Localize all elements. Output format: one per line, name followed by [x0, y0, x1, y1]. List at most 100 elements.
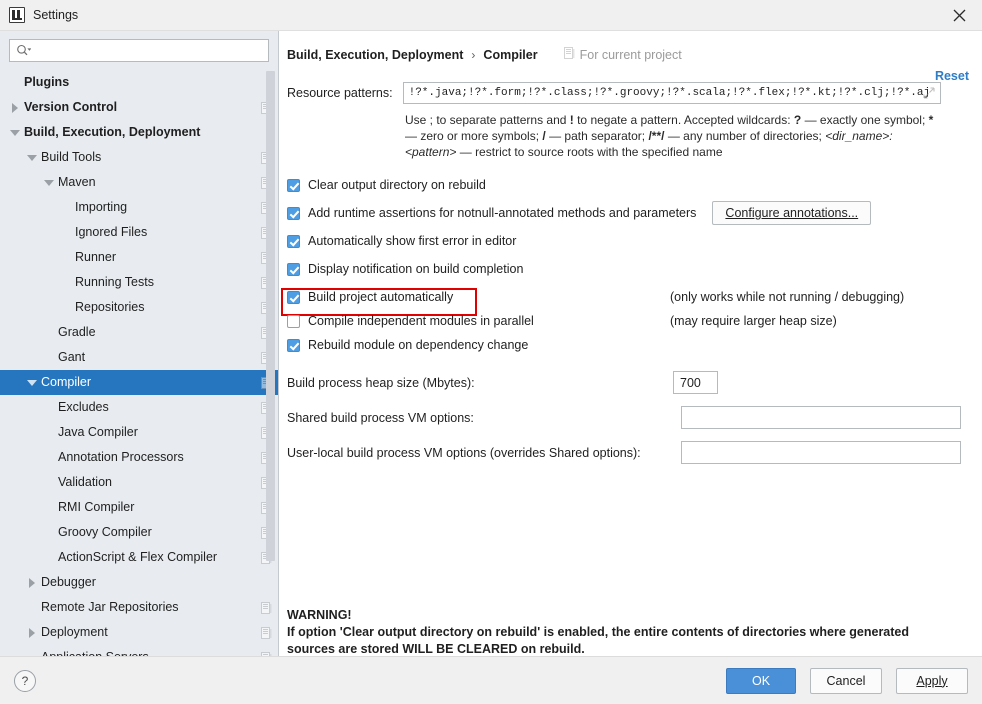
sidebar-item-build-tools[interactable]: Build Tools: [0, 145, 278, 170]
sidebar-item-excludes[interactable]: Excludes: [0, 395, 278, 420]
checkbox-build-project-automatically[interactable]: Build project automatically: [281, 288, 477, 316]
settings-dialog: Settings Plugins Version Control Build, …: [0, 0, 982, 704]
checkbox-add-runtime-assertions-for-notnull-annotated-methods-and-parameters[interactable]: Add runtime assertions for notnull-annot…: [287, 206, 696, 220]
sidebar-item-label: Importing: [75, 200, 128, 215]
sidebar-item-label: Deployment: [41, 625, 108, 640]
sidebar-item-label: Gant: [58, 350, 86, 365]
checkbox-label: Display notification on build completion: [308, 262, 524, 276]
checkbox-checked-icon[interactable]: [287, 262, 300, 276]
sidebar-item-build-execution-deployment[interactable]: Build, Execution, Deployment: [0, 120, 278, 145]
option-row: Add runtime assertions for notnull-annot…: [287, 201, 982, 225]
sidebar-item-ignored-files[interactable]: Ignored Files: [0, 220, 278, 245]
checkbox-automatically-show-first-error-in-editor[interactable]: Automatically show first error in editor: [287, 234, 516, 248]
resource-patterns-row: Resource patterns: !?*.java;!?*.form;!?*…: [279, 65, 982, 104]
chevron-down-icon[interactable]: [42, 176, 55, 189]
warning-block: WARNING! If option 'Clear output directo…: [287, 607, 947, 656]
sidebar-item-importing[interactable]: Importing: [0, 195, 278, 220]
apply-button[interactable]: Apply: [896, 667, 968, 694]
reset-link[interactable]: Reset: [935, 69, 969, 83]
shared-vm-options-label: Shared build process VM options:: [287, 410, 474, 425]
userlocal-vm-options-input[interactable]: [681, 441, 961, 464]
cancel-button[interactable]: Cancel: [810, 667, 882, 694]
sidebar-item-annotation-processors[interactable]: Annotation Processors: [0, 445, 278, 470]
checkbox-label: Add runtime assertions for notnull-annot…: [308, 206, 697, 220]
shared-vm-options-input[interactable]: [681, 406, 961, 429]
checkbox-display-notification-on-build-completion[interactable]: Display notification on build completion: [287, 262, 523, 276]
sidebar-item-runner[interactable]: Runner: [0, 245, 278, 270]
sidebar-item-debugger[interactable]: Debugger: [0, 570, 278, 595]
checkbox-checked-icon[interactable]: [287, 178, 300, 192]
hint-text-2: to negate a pattern. Accepted wildcards:: [573, 113, 794, 127]
sidebar-item-label: Ignored Files: [75, 225, 148, 240]
scope-label: For current project: [579, 47, 682, 62]
option-note: (may require larger heap size): [670, 314, 837, 328]
option-row: Automatically show first error in editor: [287, 229, 982, 253]
checkbox-compile-independent-modules-in-parallel[interactable]: Compile independent modules in parallel: [287, 314, 534, 328]
sidebar-item-gradle[interactable]: Gradle: [0, 320, 278, 345]
sidebar-item-label: Groovy Compiler: [58, 525, 152, 540]
sidebar-item-application-servers[interactable]: Application Servers: [0, 645, 278, 656]
sidebar-item-label: ActionScript & Flex Compiler: [58, 550, 218, 565]
chevron-right-icon[interactable]: [25, 576, 38, 589]
help-button[interactable]: ?: [14, 669, 36, 692]
compiler-fields: Build process heap size (Mbytes): 700 Sh…: [279, 361, 982, 464]
sidebar-item-java-compiler[interactable]: Java Compiler: [0, 420, 278, 445]
checkbox-checked-icon[interactable]: [287, 234, 300, 248]
checkbox-checked-icon[interactable]: [287, 338, 300, 352]
sidebar-item-maven[interactable]: Maven: [0, 170, 278, 195]
sidebar-item-actionscript-flex-compiler[interactable]: ActionScript & Flex Compiler: [0, 545, 278, 570]
sidebar-item-gant[interactable]: Gant: [0, 345, 278, 370]
checkbox-clear-output-directory-on-rebuild[interactable]: Clear output directory on rebuild: [287, 178, 486, 192]
chevron-right-icon[interactable]: [8, 101, 21, 114]
option-note: (only works while not running / debuggin…: [670, 290, 905, 304]
dialog-footer: ? OK Cancel Apply: [0, 656, 982, 704]
sidebar-item-version-control[interactable]: Version Control: [0, 95, 278, 120]
sidebar-item-groovy-compiler[interactable]: Groovy Compiler: [0, 520, 278, 545]
hint-doublestar: /**/: [648, 129, 665, 143]
search-input[interactable]: [9, 39, 269, 62]
breadcrumb-root[interactable]: Build, Execution, Deployment: [287, 48, 463, 62]
chevron-down-icon[interactable]: [8, 126, 21, 139]
resource-patterns-input[interactable]: !?*.java;!?*.form;!?*.class;!?*.groovy;!…: [402, 82, 941, 104]
checkbox-checked-icon[interactable]: [287, 206, 300, 220]
checkbox-unchecked-icon[interactable]: [287, 314, 300, 328]
hint-text-1: Use ; to separate patterns and: [405, 113, 570, 127]
ok-button[interactable]: OK: [726, 667, 796, 694]
checkbox-label: Compile independent modules in parallel: [308, 314, 534, 328]
sidebar-item-repositories[interactable]: Repositories: [0, 295, 278, 320]
sidebar-item-validation[interactable]: Validation: [0, 470, 278, 495]
heap-size-input[interactable]: 700: [673, 371, 718, 394]
hint-star: *: [928, 113, 934, 127]
sidebar-item-label: Compiler: [41, 375, 92, 390]
breadcrumb-separator-icon: ›: [471, 47, 476, 62]
heap-size-label: Build process heap size (Mbytes):: [287, 375, 475, 390]
settings-tree[interactable]: Plugins Version Control Build, Execution, …: [0, 68, 278, 656]
chevron-down-icon[interactable]: [25, 376, 38, 389]
sidebar-item-deployment[interactable]: Deployment: [0, 620, 278, 645]
warning-title: WARNING!: [287, 608, 352, 622]
hint-text-5: zero or more symbols;: [420, 129, 543, 143]
expand-icon[interactable]: [923, 87, 935, 99]
project-scope-icon: [261, 651, 272, 656]
sidebar-item-plugins[interactable]: Plugins: [0, 70, 278, 95]
checkbox-checked-icon[interactable]: [287, 290, 300, 304]
sidebar-item-compiler[interactable]: Compiler: [0, 370, 278, 395]
hint-text-3: — exactly one symbol;: [801, 113, 929, 127]
close-icon[interactable]: [936, 0, 982, 31]
sidebar-scrollbar[interactable]: [266, 71, 275, 561]
sidebar-item-running-tests[interactable]: Running Tests: [0, 270, 278, 295]
hint-text-6: — path separator;: [545, 129, 649, 143]
breadcrumb-leaf: Compiler: [483, 47, 538, 62]
sidebar-item-remote-jar-repositories[interactable]: Remote Jar Repositories: [0, 595, 278, 620]
sidebar-item-rmi-compiler[interactable]: RMI Compiler: [0, 495, 278, 520]
configure-annotations-button[interactable]: Configure annotations...: [712, 201, 872, 225]
checkbox-rebuild-module-on-dependency-change[interactable]: Rebuild module on dependency change: [287, 338, 528, 352]
sidebar-item-label: Build, Execution, Deployment: [24, 125, 201, 140]
sidebar-item-label: RMI Compiler: [58, 500, 135, 515]
chevron-down-icon[interactable]: [25, 151, 38, 164]
sidebar-item-label: Plugins: [24, 75, 70, 90]
chevron-right-icon[interactable]: [25, 626, 38, 639]
